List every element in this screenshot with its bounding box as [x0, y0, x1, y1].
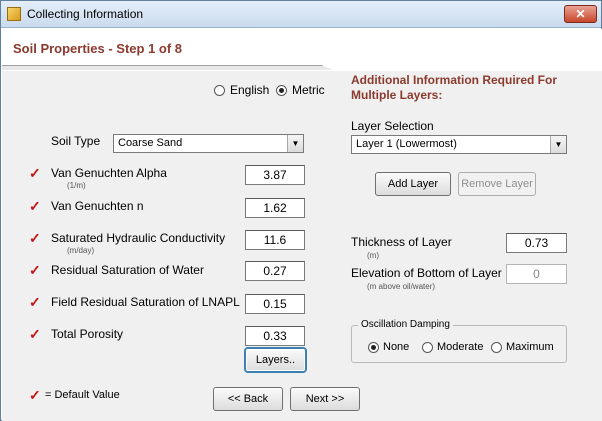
default-check-icon: ✓: [29, 387, 41, 403]
next-button[interactable]: Next >>: [290, 387, 360, 411]
soil-type-value: Coarse Sand: [118, 137, 183, 149]
layer-elevation-input[interactable]: 0: [506, 264, 567, 284]
layer-selection-label: Layer Selection: [351, 119, 434, 133]
param-label: Saturated Hydraulic Conductivity: [51, 231, 226, 245]
remove-layer-button[interactable]: Remove Layer: [458, 172, 536, 196]
damping-moderate-label: Moderate: [437, 341, 484, 353]
chevron-down-icon: ▼: [287, 135, 303, 152]
van-genuchten-alpha-input[interactable]: 3.87: [245, 165, 305, 185]
layer-thickness-input[interactable]: 0.73: [506, 233, 567, 253]
app-icon: [7, 7, 21, 21]
layers-button[interactable]: Layers..: [245, 348, 306, 372]
add-layer-button[interactable]: Add Layer: [375, 172, 451, 196]
param-label: Total Porosity: [51, 327, 124, 341]
metric-radio[interactable]: [276, 85, 287, 96]
default-check-icon: ✓: [29, 165, 41, 181]
title-bar: Collecting Information ✕: [1, 1, 601, 28]
english-label: English: [230, 83, 270, 97]
window-title: Collecting Information: [27, 7, 144, 21]
english-radio[interactable]: [214, 85, 225, 96]
damping-none-radio[interactable]: [368, 342, 379, 353]
default-check-icon: ✓: [29, 230, 41, 246]
field-residual-saturation-lnapl-input[interactable]: 0.15: [245, 294, 305, 314]
damping-maximum-label: Maximum: [506, 341, 554, 353]
param-unit: (1/m): [67, 181, 86, 190]
total-porosity-input[interactable]: 0.33: [245, 326, 305, 346]
soil-type-select[interactable]: Coarse Sand ▼: [113, 134, 304, 153]
step-title: Soil Properties - Step 1 of 8: [13, 41, 183, 56]
elevation-unit: (m above oil/water): [367, 282, 436, 291]
damping-group-title: Oscillation Damping: [358, 319, 453, 330]
layer-selection-value: Layer 1 (Lowermost): [356, 138, 457, 150]
default-value-legend: = Default Value: [45, 389, 120, 401]
multi-layer-heading: Additional Information Required For Mult…: [351, 73, 557, 102]
thickness-unit: (m): [367, 251, 379, 260]
param-label: Residual Saturation of Water: [51, 263, 204, 277]
param-label: Van Genuchten n: [51, 199, 144, 213]
back-button[interactable]: << Back: [213, 387, 283, 411]
param-label: Field Residual Saturation of LNAPL: [51, 295, 240, 309]
layer-selection-select[interactable]: Layer 1 (Lowermost) ▼: [351, 135, 567, 154]
hydraulic-conductivity-input[interactable]: 11.6: [245, 230, 305, 250]
default-check-icon: ✓: [29, 294, 41, 310]
content-panel: English Metric Soil Type Coarse Sand ▼ ✓…: [2, 71, 602, 421]
residual-saturation-water-input[interactable]: 0.27: [245, 261, 305, 281]
close-button[interactable]: ✕: [564, 5, 597, 23]
van-genuchten-n-input[interactable]: 1.62: [245, 198, 305, 218]
elevation-label: Elevation of Bottom of Layer: [351, 266, 502, 280]
chevron-down-icon: ▼: [550, 136, 566, 153]
param-label: Van Genuchten Alpha: [51, 166, 167, 180]
default-check-icon: ✓: [29, 198, 41, 214]
damping-moderate-radio[interactable]: [422, 342, 433, 353]
dialog-window: Collecting Information ✕ Soil Properties…: [0, 0, 602, 421]
damping-none-label: None: [383, 341, 410, 353]
thickness-label: Thickness of Layer: [351, 235, 452, 249]
default-check-icon: ✓: [29, 326, 41, 342]
metric-label: Metric: [292, 83, 325, 97]
soil-type-label: Soil Type: [51, 134, 101, 148]
damping-maximum-radio[interactable]: [491, 342, 502, 353]
param-unit: (m/day): [67, 246, 95, 255]
default-check-icon: ✓: [29, 262, 41, 278]
